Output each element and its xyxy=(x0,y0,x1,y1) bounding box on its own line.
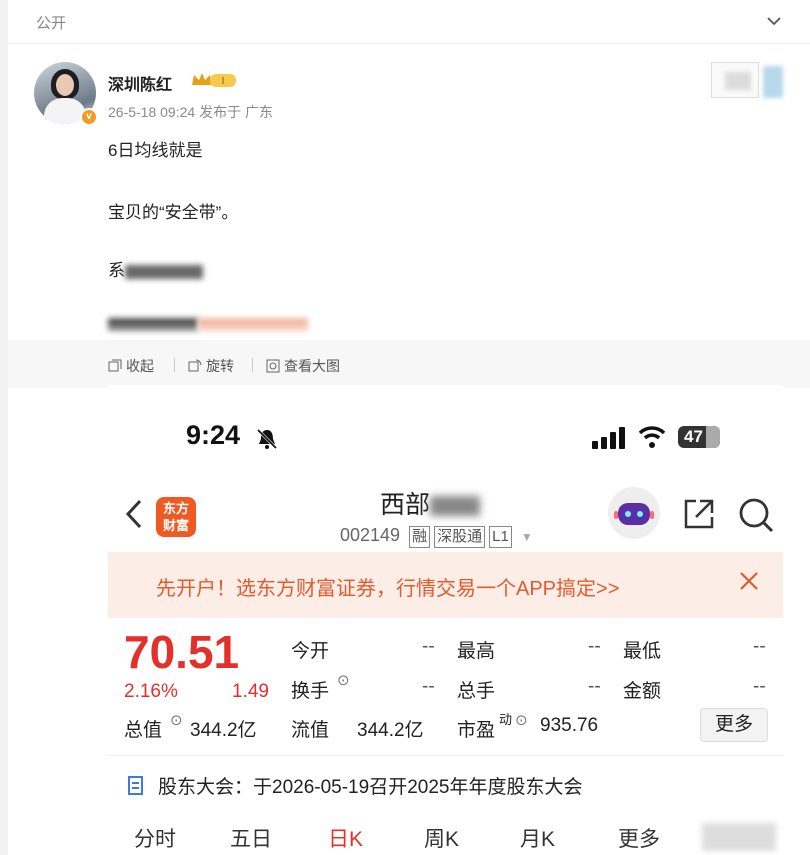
pe-label: 市盈 xyxy=(457,720,496,741)
post-meta: 26-5-18 09:24 发布于 广东 xyxy=(108,104,273,120)
account-promo-banner[interactable]: 先开户！选东方财富证券，行情交易一个APP搞定>> xyxy=(108,552,783,618)
battery-indicator: 47 xyxy=(678,426,720,448)
mcap-label: 总值 xyxy=(124,720,163,741)
crown-level-icon: I xyxy=(192,73,236,87)
tab-intraday[interactable]: 分时 xyxy=(134,823,176,853)
status-time: 9:24 xyxy=(186,420,241,450)
rotate-button[interactable]: 旋转 xyxy=(188,356,234,376)
chart-period-tabs: 分时 五日 日K 周K 月K 更多 xyxy=(108,821,783,855)
promo-text: 先开户！选东方财富证券，行情交易一个APP搞定>> xyxy=(156,578,620,600)
pe-value: 935.76 xyxy=(540,715,599,736)
text-fade xyxy=(8,322,810,342)
more-quote-button[interactable]: 更多 xyxy=(700,708,768,742)
meeting-text: 股东大会：于2026-05-19召开2025年年度股东大会 xyxy=(158,777,583,798)
tab-daily-k[interactable]: 日K xyxy=(328,823,363,853)
back-arrow-icon[interactable] xyxy=(122,497,146,531)
turnover-value: -- xyxy=(422,676,435,697)
stock-code-row: 002149 融深股通 L1 ▼ xyxy=(340,525,533,548)
low-label: 最低 xyxy=(623,641,662,662)
cell-signal-icon xyxy=(592,427,625,449)
svg-text:I: I xyxy=(222,76,225,87)
assistant-robot-icon[interactable] xyxy=(608,487,660,539)
collapse-button[interactable]: 收起 xyxy=(108,356,154,376)
volume-value: -- xyxy=(588,676,601,697)
post-line-1: 6日均线就是 xyxy=(108,141,203,160)
float-label: 流值 xyxy=(291,720,330,741)
change-amount: 1.49 xyxy=(232,681,269,702)
amount-label: 金额 xyxy=(623,681,662,702)
mcap-value: 344.2亿 xyxy=(190,720,257,741)
stock-name: 西部 xyxy=(380,485,481,521)
chevron-down-icon[interactable] xyxy=(766,13,782,29)
wifi-icon xyxy=(638,426,666,448)
open-label: 今开 xyxy=(291,641,330,662)
info-circle-icon: ⊙ xyxy=(515,712,528,729)
shareholder-meeting-notice[interactable]: 股东大会：于2026-05-19召开2025年年度股东大会 xyxy=(108,755,783,811)
pe-superscript: 动 xyxy=(499,712,513,727)
follow-button[interactable] xyxy=(711,62,783,100)
post-line-2: 宝贝的“安全带”。 xyxy=(108,203,239,222)
phone-status-bar: 9:24 47 xyxy=(108,385,783,485)
image-toolbar: 收起 旋转 查看大图 xyxy=(8,340,810,388)
amount-value: -- xyxy=(753,676,766,697)
stock-app-screenshot: 9:24 47 东方 财富 西部 002149 融深股通 L1 ▼ 先开户！选东方 xyxy=(108,385,783,855)
float-value: 344.2亿 xyxy=(357,720,424,741)
verified-badge-icon: v xyxy=(80,108,98,126)
rotate-icon xyxy=(188,359,202,372)
tab-monthly-k[interactable]: 月K xyxy=(520,823,555,853)
visibility-bar: 公开 xyxy=(8,0,810,44)
open-value: -- xyxy=(422,636,435,657)
high-value: -- xyxy=(588,636,601,657)
turnover-label: 换手 xyxy=(291,681,330,702)
share-icon[interactable] xyxy=(682,497,716,531)
author-name[interactable]: 深圳陈红 xyxy=(108,71,172,95)
magnify-image-icon xyxy=(266,359,280,373)
bell-muted-icon xyxy=(256,428,278,450)
view-large-button[interactable]: 查看大图 xyxy=(266,356,340,376)
broker-logo: 东方 财富 xyxy=(156,497,196,537)
tab-five-day[interactable]: 五日 xyxy=(230,823,272,853)
blurred-watermark xyxy=(702,823,776,851)
tag-connect: 深股通 xyxy=(434,526,486,548)
collapse-icon xyxy=(108,359,122,372)
tag-margin: 融 xyxy=(409,526,431,548)
search-icon[interactable] xyxy=(738,497,774,533)
visibility-label: 公开 xyxy=(36,15,67,32)
tab-more[interactable]: 更多 xyxy=(618,823,660,853)
tag-level: L1 xyxy=(489,526,512,548)
change-percent: 2.16% xyxy=(124,681,178,702)
volume-label: 总手 xyxy=(457,681,496,702)
info-circle-icon: ⊙ xyxy=(337,672,350,689)
close-icon[interactable] xyxy=(738,570,760,592)
post-line-3: 系 xyxy=(108,256,203,281)
info-circle-icon: ⊙ xyxy=(170,712,183,729)
high-label: 最高 xyxy=(457,641,496,662)
low-value: -- xyxy=(753,636,766,657)
post-card: 公开 v 深圳陈红 I 26-5-18 09:24 发布于 广东 6日均线就是 … xyxy=(8,0,810,855)
last-price: 70.51 xyxy=(124,626,240,678)
document-icon xyxy=(128,776,143,795)
tab-weekly-k[interactable]: 周K xyxy=(424,823,459,853)
